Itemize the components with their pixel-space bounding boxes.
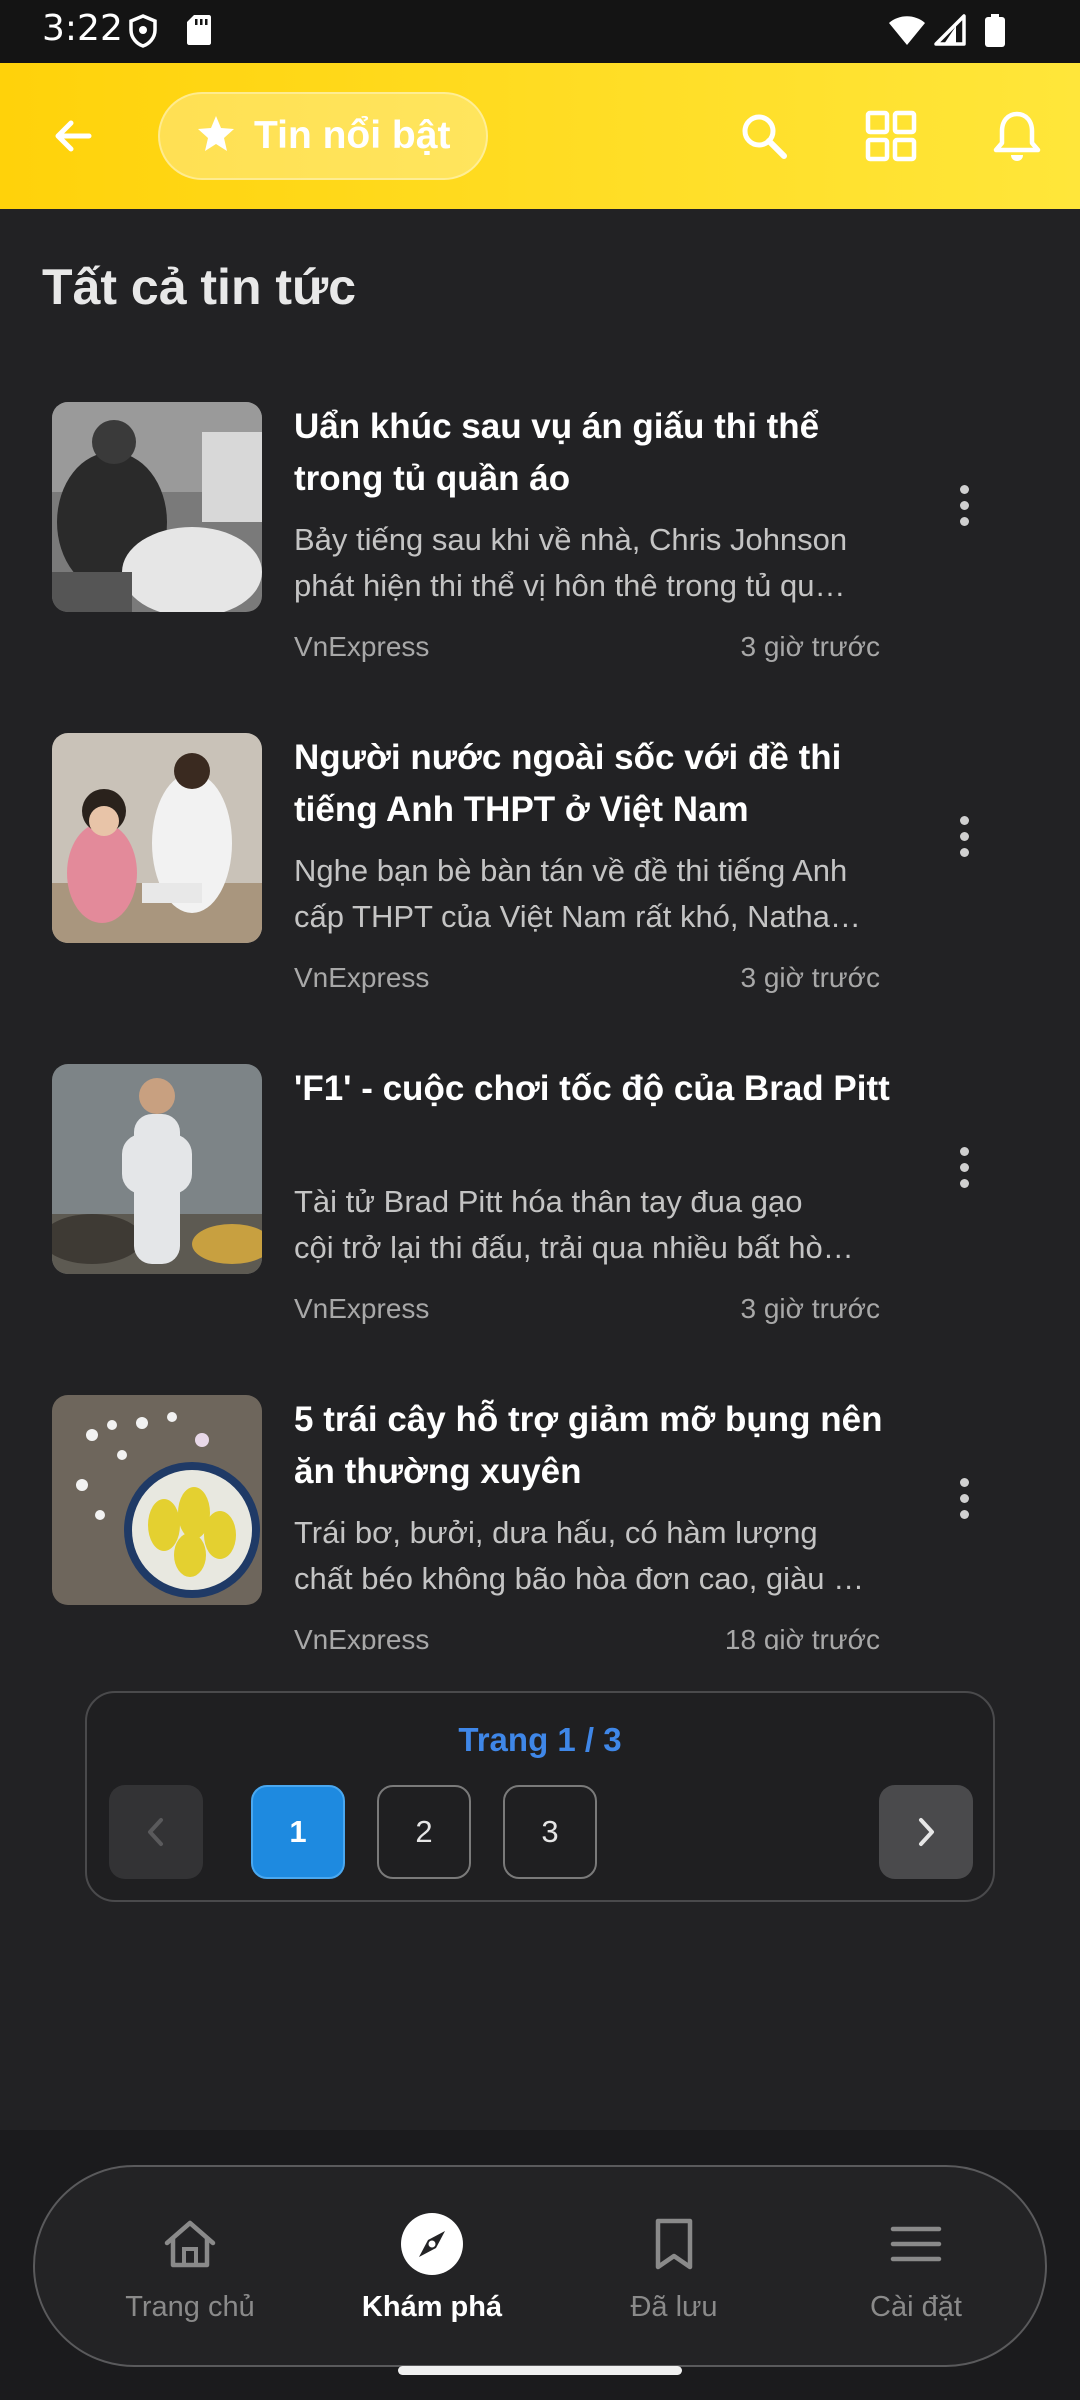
top-app-bar: Tin nổi bật [0,63,1080,209]
chevron-left-icon [148,1818,163,1846]
nav-item-settings[interactable]: Cài đặt [806,2167,1026,2367]
news-item[interactable]: Người nước ngoài sốc với đề thi tiếng An… [0,716,1080,1016]
featured-news-chip[interactable]: Tin nổi bật [158,92,488,180]
home-icon [80,2211,300,2277]
news-thumbnail [52,1395,262,1605]
news-summary-line: phát hiện thi thể vị hôn thê trong tủ qu… [294,568,846,603]
news-item[interactable]: 5 trái cây hỗ trợ giảm mỡ bụng nên ăn th… [0,1378,1080,1650]
nav-label: Cài đặt [870,2291,962,2323]
news-time: 3 giờ trước [740,631,881,662]
news-summary: Nghe bạn bè bàn tán về đề thi tiếng Anh … [294,848,880,940]
news-summary-line: cấp THPT của Việt Nam rất khó, Natha… [294,899,861,934]
more-options-button[interactable] [940,796,988,876]
menu-icon [806,2211,1026,2277]
battery-icon [984,14,1006,53]
news-summary: Bảy tiếng sau khi về nhà, Chris Johnson … [294,517,880,609]
news-title: Người nước ngoài sốc với đề thi tiếng An… [294,738,842,829]
page-button-3[interactable]: 3 [503,1785,597,1879]
chevron-right-icon [919,1818,934,1846]
news-summary-line: Nghe bạn bè bàn tán về đề thi tiếng Anh [294,853,848,888]
news-item[interactable]: 'F1' - cuộc chơi tốc độ của Brad Pitt Tà… [0,1047,1080,1347]
featured-news-label: Tin nổi bật [254,114,451,157]
more-vert-icon [959,484,969,494]
status-bar: 3:22 [0,0,1080,63]
news-source: VnExpress [294,962,430,993]
news-title: 'F1' - cuộc chơi tốc độ của Brad Pitt [294,1069,890,1108]
nav-label: Khám phá [361,2291,503,2323]
news-time: 3 giờ trước [740,1293,881,1324]
page-button-1[interactable]: 1 [251,1785,345,1879]
news-summary-line: Bảy tiếng sau khi về nhà, Chris Johnson [294,522,848,557]
news-thumbnail [52,402,262,612]
news-summary-line: chất béo không bão hòa đơn cao, giàu … [294,1561,865,1596]
nav-item-home[interactable]: Trang chủ [80,2167,300,2367]
more-vert-icon [959,815,969,825]
news-time: 3 giờ trước [740,962,881,993]
bell-icon [993,111,1041,161]
nav-item-explore[interactable]: Khám phá [322,2167,542,2367]
news-thumbnail [52,733,262,943]
notifications-button[interactable] [980,99,1054,173]
wifi-icon [888,14,926,51]
news-list: Uẩn khúc sau vụ án giấu thi thể trong tủ… [0,385,1080,1650]
back-button[interactable] [36,99,110,173]
news-title: Uẩn khúc sau vụ án giấu thi thể trong tủ… [294,407,820,498]
previous-page-button[interactable] [109,1785,203,1879]
more-options-button[interactable] [940,1127,988,1207]
news-summary: Trái bơ, bưởi, dưa hấu, có hàm lượng chấ… [294,1510,880,1602]
next-page-button[interactable] [879,1785,973,1879]
more-options-button[interactable] [940,1458,988,1538]
news-thumbnail [52,1064,262,1274]
news-source: VnExpress [294,1293,430,1324]
grid-icon [865,110,917,162]
news-summary-line: cội trở lại thi đấu, trải qua nhiều bất … [294,1230,854,1265]
news-title: 5 trái cây hỗ trợ giảm mỡ bụng nên ăn th… [294,1400,883,1491]
arrow-left-icon [55,120,92,152]
gesture-bar[interactable] [398,2366,682,2375]
nav-label: Trang chủ [125,2291,255,2323]
news-summary-line: Trái bơ, bưởi, dưa hấu, có hàm lượng [294,1515,818,1550]
news-item[interactable]: Uẩn khúc sau vụ án giấu thi thể trong tủ… [0,385,1080,685]
search-button[interactable] [727,99,801,173]
more-vert-icon [959,1146,969,1156]
compass-icon [322,2211,542,2277]
news-source: VnExpress [294,631,430,662]
shield-icon [128,14,158,53]
page-button-2[interactable]: 2 [377,1785,471,1879]
section-title: Tất cả tin tức [42,259,357,315]
pagination: Trang 1 / 3 1 2 3 [85,1691,995,1902]
more-options-button[interactable] [940,465,988,545]
nav-item-saved[interactable]: Đã lưu [564,2167,784,2367]
news-source: VnExpress [294,1624,430,1650]
more-vert-icon [959,1477,969,1487]
sd-card-icon [186,14,212,51]
grid-view-button[interactable] [854,99,928,173]
screen: 3:22 Tin nổi bật Tất cả tin tức Uẩn khúc… [0,0,1080,2400]
page-indicator: Trang 1 / 3 [458,1721,622,1758]
news-summary: Tài tử Brad Pitt hóa thân tay đua gạo cộ… [294,1179,880,1271]
bottom-navigation: Trang chủ Khám phá Đã lưu Cài đặt [33,2165,1047,2367]
signal-icon [934,14,966,51]
news-summary-line: Tài tử Brad Pitt hóa thân tay đua gạo [294,1184,803,1219]
nav-label: Đã lưu [630,2291,718,2323]
status-time: 3:22 [42,8,123,49]
star-icon [196,115,236,158]
news-time: 18 giờ trước [724,1624,880,1650]
bookmark-icon [564,2211,784,2277]
search-icon [742,114,787,159]
